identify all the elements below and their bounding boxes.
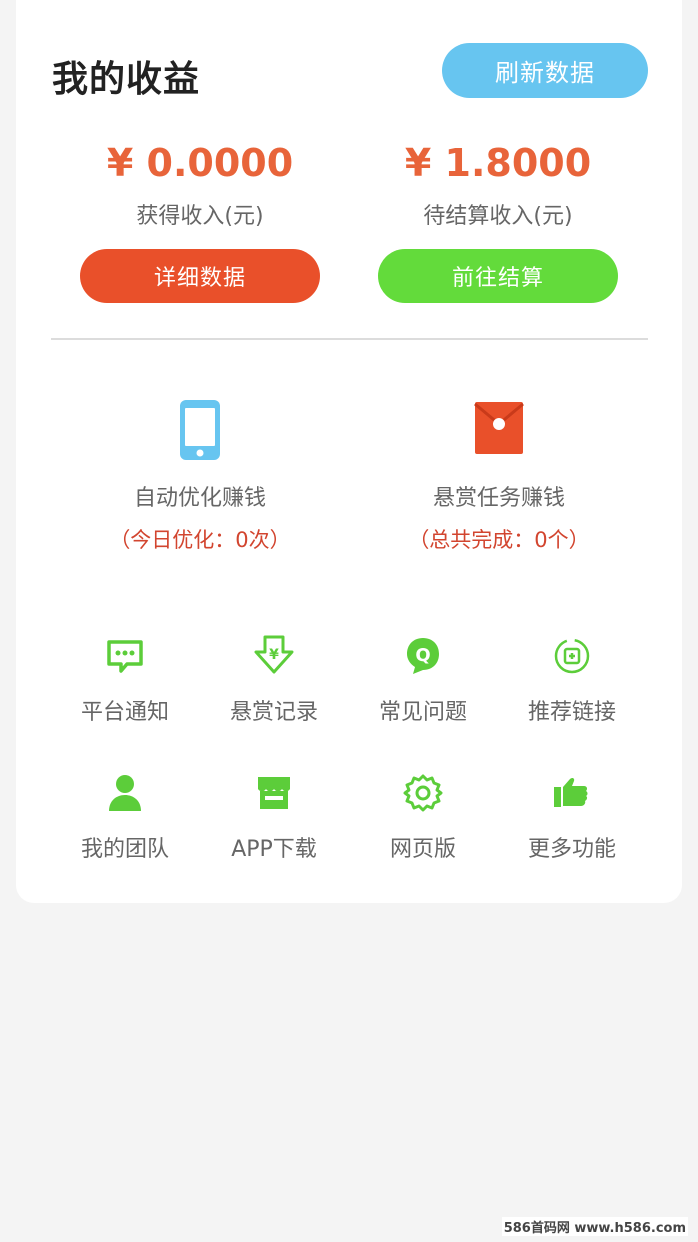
feature-label: 自动优化赚钱	[133, 486, 266, 511]
grid-item-bounty-record[interactable]: ¥ 悬赏记录	[199, 634, 349, 726]
svg-text:Q: Q	[415, 645, 430, 666]
yuan-download-icon: ¥	[252, 634, 296, 678]
pending-label: 待结算收入(元)	[423, 204, 573, 229]
received-label: 获得收入(元)	[136, 204, 264, 229]
grid-item-faq[interactable]: Q 常见问题	[348, 634, 498, 726]
grid-label: 网页版	[389, 837, 456, 862]
red-envelope-icon	[469, 398, 529, 462]
grid-label: 更多功能	[527, 837, 616, 862]
pending-amount: ¥ 1.8000	[404, 141, 592, 185]
feature-sub: （总共完成：0个）	[408, 528, 590, 552]
detail-data-button[interactable]: 详细数据	[80, 249, 320, 303]
store-icon	[252, 771, 296, 815]
settle-button[interactable]: 前往结算	[378, 249, 618, 303]
svg-text:¥: ¥	[269, 647, 279, 663]
grid-item-platform-notice[interactable]: 平台通知	[50, 634, 200, 726]
feature-bounty-task[interactable]: 悬赏任务赚钱 （总共完成：0个）	[349, 398, 649, 554]
grid-item-web-version[interactable]: 网页版	[348, 771, 498, 863]
grid-label: APP下载	[231, 837, 317, 862]
feature-auto-optimize[interactable]: 自动优化赚钱 （今日优化：0次）	[50, 398, 350, 554]
phone-icon	[170, 398, 230, 462]
grid-label: 常见问题	[378, 700, 467, 725]
grid-item-more-features[interactable]: 更多功能	[497, 771, 647, 863]
received-amount: ¥ 0.0000	[106, 141, 294, 185]
gear-icon	[401, 771, 445, 815]
grid-label: 平台通知	[80, 700, 169, 725]
grid-item-app-download[interactable]: APP下载	[199, 771, 349, 863]
question-icon: Q	[401, 634, 445, 678]
feature-sub: （今日优化：0次）	[109, 528, 291, 552]
user-icon	[103, 771, 147, 815]
divider	[51, 338, 648, 340]
grid-label: 悬赏记录	[229, 700, 318, 725]
refresh-data-button[interactable]: 刷新数据	[442, 43, 648, 98]
watermark: 586首码网 www.h586.com	[501, 1217, 688, 1236]
pending-income: ¥ 1.8000 待结算收入(元)	[378, 140, 618, 230]
grid-item-referral-link[interactable]: 推荐链接	[497, 634, 647, 726]
grid-label: 我的团队	[80, 837, 169, 862]
received-income: ¥ 0.0000 获得收入(元)	[80, 140, 320, 230]
grid-item-my-team[interactable]: 我的团队	[50, 771, 200, 863]
grid-label: 推荐链接	[527, 700, 616, 725]
message-icon	[103, 634, 147, 678]
page-title: 我的收益	[52, 59, 201, 100]
earnings-card: 我的收益 刷新数据 ¥ 0.0000 获得收入(元) ¥ 1.8000 待结算收…	[16, 0, 682, 903]
invite-icon	[550, 634, 594, 678]
feature-label: 悬赏任务赚钱	[432, 486, 565, 511]
hand-icon	[550, 771, 594, 815]
